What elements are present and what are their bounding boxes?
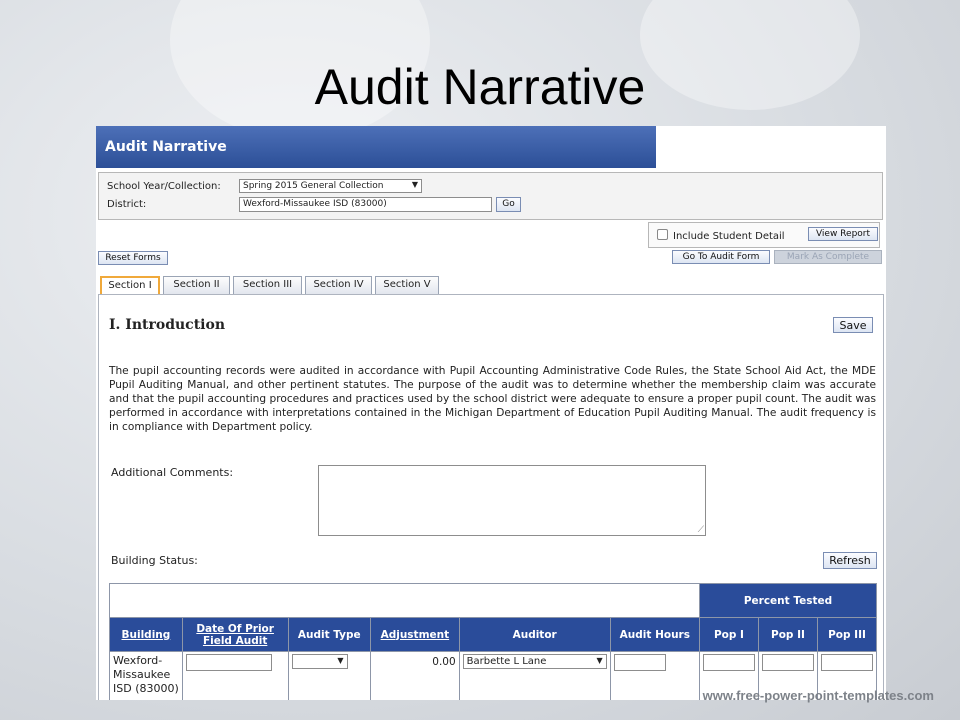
view-report-button[interactable]: View Report (808, 227, 878, 241)
date-of-prior-field-audit-input[interactable] (185, 654, 272, 671)
tab-section-ii[interactable]: Section II (163, 276, 230, 294)
building-cell: Wexford-Missaukee ISD (83000) (109, 651, 183, 700)
audit-type-select[interactable]: ▼ (291, 654, 348, 669)
table-header-spacer (109, 583, 700, 618)
audit-type-cell: ▼ (287, 651, 372, 700)
dropdown-arrow-icon: ▼ (337, 656, 344, 665)
column-header-pop-iii: Pop III (816, 617, 878, 652)
additional-comments-label: Additional Comments: (111, 466, 234, 479)
pop-ii-input[interactable] (761, 654, 814, 671)
go-to-audit-form-button[interactable]: Go To Audit Form (672, 250, 770, 264)
tab-section-v[interactable]: Section V (375, 276, 439, 294)
percent-tested-header: Percent Tested (698, 583, 878, 618)
adjustment-cell: 0.00 (370, 651, 460, 700)
introduction-text: The pupil accounting records were audite… (109, 365, 876, 433)
column-header-pop-i: Pop I (698, 617, 759, 652)
column-header-audit-hours: Audit Hours (609, 617, 700, 652)
column-header-pop-ii: Pop II (757, 617, 818, 652)
include-student-detail-checkbox[interactable] (657, 229, 668, 240)
refresh-button[interactable]: Refresh (823, 552, 877, 569)
additional-comments-textarea[interactable]: ⟋ (318, 465, 706, 536)
date-of-prior-field-audit-cell (181, 651, 289, 700)
school-year-value: Spring 2015 General Collection (243, 181, 384, 191)
district-input[interactable]: Wexford-Missaukee ISD (83000) (239, 197, 492, 212)
student-detail-panel: Include Student Detail View Report (648, 222, 880, 248)
pop-iii-input[interactable] (820, 654, 873, 671)
building-status-table: Percent Tested Building Date Of Prior Fi… (109, 583, 878, 700)
auditor-cell: Barbette L Lane ▼ (458, 651, 611, 700)
column-header-date-of-prior-field-audit[interactable]: Date Of Prior Field Audit (181, 617, 289, 652)
column-header-adjustment[interactable]: Adjustment (370, 617, 460, 652)
district-label: District: (107, 199, 147, 210)
reset-forms-button[interactable]: Reset Forms (98, 251, 168, 265)
application-window: Audit Narrative School Year/Collection: … (96, 126, 886, 700)
include-student-detail-label: Include Student Detail (673, 231, 785, 242)
tab-section-iv[interactable]: Section IV (305, 276, 372, 294)
tab-section-iii[interactable]: Section III (233, 276, 302, 294)
auditor-select[interactable]: Barbette L Lane ▼ (462, 654, 607, 669)
section-panel: I. Introduction Save The pupil accountin… (98, 294, 884, 700)
column-header-audit-type: Audit Type (287, 617, 372, 652)
filter-panel: School Year/Collection: Spring 2015 Gene… (98, 172, 883, 220)
audit-hours-input[interactable] (613, 654, 666, 671)
column-header-building[interactable]: Building (109, 617, 183, 652)
column-header-auditor: Auditor (458, 617, 611, 652)
tab-section-i[interactable]: Section I (100, 276, 160, 294)
dropdown-arrow-icon: ▼ (411, 180, 418, 189)
resize-handle-icon[interactable]: ⟋ (698, 525, 704, 535)
school-year-select[interactable]: Spring 2015 General Collection ▼ (239, 179, 422, 193)
dropdown-arrow-icon: ▼ (596, 656, 603, 665)
building-status-label: Building Status: (111, 554, 198, 567)
section-title: I. Introduction (109, 317, 225, 333)
app-header: Audit Narrative (96, 126, 656, 168)
slide-title: Audit Narrative (314, 59, 646, 115)
mark-complete-button[interactable]: Mark As Complete (774, 250, 882, 264)
pop-i-input[interactable] (702, 654, 755, 671)
watermark-text: www.free-power-point-templates.com (702, 688, 934, 703)
go-button[interactable]: Go (496, 197, 521, 212)
audit-hours-cell (609, 651, 700, 700)
save-button[interactable]: Save (833, 317, 873, 333)
school-year-label: School Year/Collection: (107, 181, 221, 192)
